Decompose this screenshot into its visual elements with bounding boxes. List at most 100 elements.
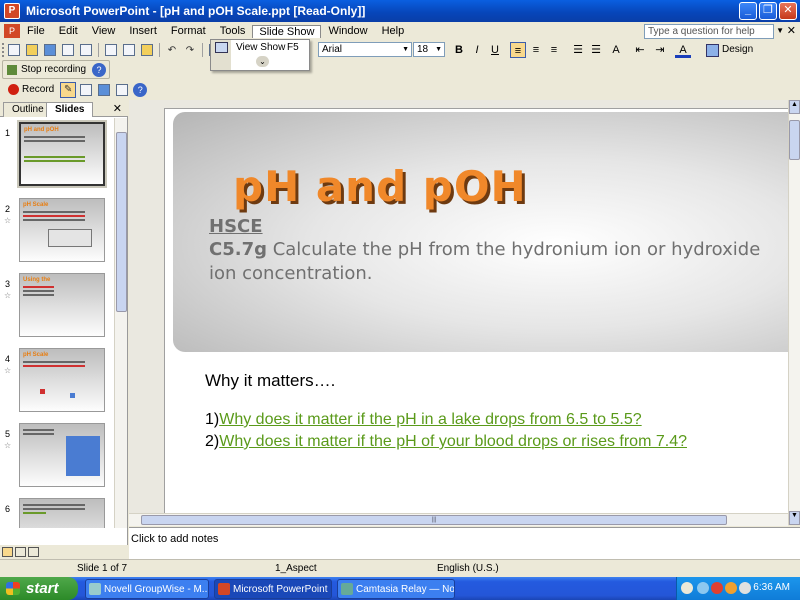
slide-thumbnail[interactable] [19,498,105,528]
slide-thumbnail[interactable]: Using the [19,273,105,337]
settings-icon[interactable] [114,82,130,98]
new-icon[interactable] [6,42,22,58]
question-2-link[interactable]: Why does it matter if the pH of your blo… [219,433,687,450]
taskbar-item-groupwise[interactable]: Novell GroupWise - M... [85,579,209,599]
align-center-icon[interactable]: ≡ [528,42,544,58]
thumbnail-row[interactable]: 5 ☆ [0,421,114,493]
security-icon[interactable] [725,582,737,594]
thumbnail-row[interactable]: 1 pH and pOH [0,120,114,192]
numbering-icon[interactable]: ☰ [570,42,586,58]
slide-body-heading[interactable]: Why it matters…. [205,371,335,391]
question-1-link[interactable]: Why does it matter if the pH in a lake d… [219,411,641,428]
stop-recording-button[interactable]: Stop recording [21,64,86,75]
status-bar: Slide 1 of 7 1_Aspect English (U.S.) [0,559,800,577]
slide-title[interactable]: pH and pOH [233,162,527,211]
underline-button[interactable]: U [487,42,503,58]
menu-view[interactable]: View [85,24,123,38]
toolbar-grip[interactable] [2,43,5,57]
menu-item-view-show[interactable]: View Show [236,42,285,53]
window-title: Microsoft PowerPoint - [pH and pOH Scale… [26,4,366,18]
expand-menu-icon[interactable]: ⌄ [256,56,269,67]
slide-horizontal-scrollbar[interactable]: ||| [129,513,788,526]
bold-button[interactable]: B [451,42,467,58]
screen-icon[interactable] [96,82,112,98]
copy-icon[interactable] [121,42,137,58]
scroll-up-icon[interactable]: ▲ [789,100,800,114]
align-right-icon[interactable]: ≡ [546,42,562,58]
menu-file[interactable]: File [20,24,52,38]
pointer-tool-icon[interactable]: ✎ [60,81,77,98]
italic-button[interactable]: I [469,42,485,58]
taskbar-item-powerpoint[interactable]: Microsoft PowerPoint ... [214,579,332,599]
volume-icon[interactable] [739,582,751,594]
tab-slides[interactable]: Slides [46,102,94,117]
network-icon[interactable] [697,582,709,594]
thumbnail-row[interactable]: 6 [0,496,114,528]
decrease-indent-icon[interactable]: ⇤ [632,42,648,58]
slide-sorter-icon[interactable] [15,547,26,557]
align-left-icon[interactable]: ≡ [510,42,526,58]
thumbnail-row[interactable]: 3 ☆ Using the [0,271,114,343]
start-button[interactable]: start [0,577,78,600]
slide-thumbnail[interactable]: pH Scale [19,348,105,412]
normal-view-icon[interactable] [2,547,13,557]
close-pane-icon[interactable]: ✕ [113,102,122,115]
menu-insert[interactable]: Insert [122,24,164,38]
increase-indent-icon[interactable]: ⇥ [652,42,668,58]
notes-pane[interactable]: Click to add notes [129,527,800,559]
star-icon: ☆ [4,366,12,375]
design-button[interactable]: Design [704,41,753,58]
document-icon[interactable]: P [4,24,20,38]
bullets-icon[interactable]: ☰ [588,42,604,58]
close-button[interactable]: ✕ [779,2,797,20]
scroll-down-icon[interactable]: ▼ [789,511,800,525]
menu-edit[interactable]: Edit [52,24,85,38]
font-name-select[interactable]: Arial ▼ [318,42,412,57]
redo-icon[interactable]: ↷ [182,42,198,58]
close-document-button[interactable]: ✕ [787,24,796,37]
menu-window[interactable]: Window [321,24,374,38]
cut-icon[interactable] [103,42,119,58]
slides-pane: Outline Slides ✕ 1 pH and pOH 2 ☆ pH Sca… [0,100,128,545]
menu-slide-show[interactable]: Slide Show [252,24,322,38]
camera-icon[interactable] [78,82,94,98]
permission-icon[interactable] [60,42,76,58]
increase-font-icon[interactable]: A [608,42,624,58]
restore-button[interactable]: ❐ [759,2,777,20]
help-search-input[interactable]: Type a question for help [644,24,774,39]
menu-help[interactable]: Help [375,24,412,38]
thumbnail-row[interactable]: 4 ☆ pH Scale [0,346,114,418]
slide-thumbnail[interactable] [19,423,105,487]
slide-standard-label[interactable]: HSCE [209,216,263,237]
open-icon[interactable] [24,42,40,58]
help-icon[interactable]: ? [92,62,107,77]
font-color-button[interactable]: A [675,42,691,58]
menu-tools[interactable]: Tools [213,24,253,38]
chevron-left-icon[interactable] [681,582,693,594]
paste-icon[interactable] [139,42,155,58]
thumbnail-row[interactable]: 2 ☆ pH Scale [0,196,114,268]
slide-canvas[interactable]: pH and pOH HSCE C5.7g Calculate the pH f… [164,108,788,513]
slide-show-icon[interactable] [28,547,39,557]
question-1: 1)Why does it matter if the pH in a lake… [205,411,642,428]
status-language: English (U.S.) [437,563,499,574]
help-icon[interactable]: ? [133,82,148,97]
thumbnails-scrollbar[interactable] [114,118,127,528]
menu-format[interactable]: Format [164,24,213,38]
print-icon[interactable] [78,42,94,58]
view-show-shortcut: F5 [287,42,299,53]
slide-thumbnail[interactable]: pH and pOH [17,120,107,188]
slide-objective[interactable]: C5.7g Calculate the pH from the hydroniu… [209,238,769,286]
record-tray-icon[interactable] [711,582,723,594]
clock: 6:36 AM [753,582,790,593]
font-size-select[interactable]: 18 ▼ [413,42,445,57]
save-icon[interactable] [42,42,58,58]
undo-icon[interactable]: ↶ [164,42,180,58]
minimize-button[interactable]: _ [739,2,757,20]
record-button[interactable]: Record [22,84,54,95]
taskbar-item-camtasia[interactable]: Camtasia Relay — No... [337,579,455,599]
help-dropdown-icon[interactable]: ▼ [776,26,784,35]
powerpoint-icon[interactable]: P [4,3,20,19]
slide-vertical-scrollbar[interactable]: ▲ ▼ [788,100,800,525]
slide-thumbnail[interactable]: pH Scale [19,198,105,262]
